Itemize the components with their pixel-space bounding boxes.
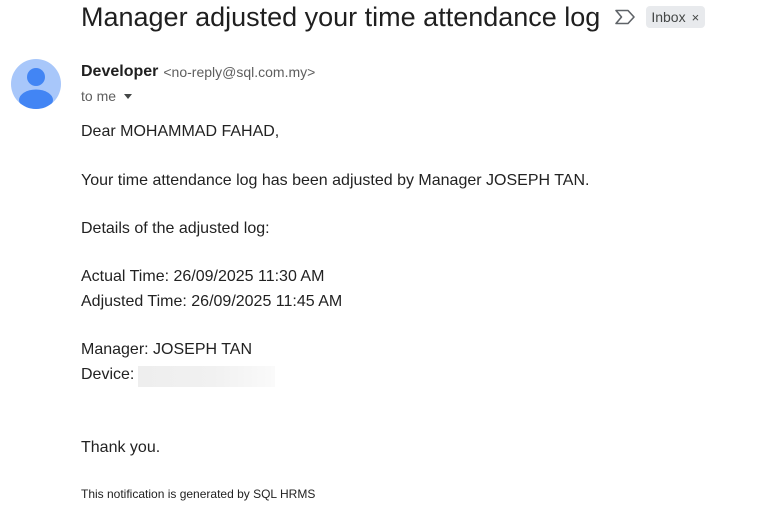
caret-down-icon[interactable] [124,93,133,99]
closing-text: Thank you. [81,439,161,456]
adjustment-message: Your time attendance log has been adjust… [81,172,590,189]
manager-text: Manager: JOSEPH TAN [81,341,253,358]
redacted-device-value [138,366,275,387]
device-label: Device: [81,366,135,383]
notification-footer: This notification is generated by SQL HR… [81,487,316,501]
recipient-text: to me [81,88,117,104]
inbox-label-text: Inbox [651,9,686,25]
recipient-line: to me [81,85,315,107]
important-marker-icon[interactable] [614,9,636,25]
details-heading: Details of the adjusted log: [81,220,270,237]
sender-line: Developer <no-reply@sql.com.my> [81,61,315,83]
remove-label-icon[interactable]: × [692,10,700,25]
email-header: Manager adjusted your time attendance lo… [81,0,706,34]
inbox-label-chip[interactable]: Inbox × [646,6,706,28]
sender-name[interactable]: Developer [81,63,158,81]
default-avatar-icon[interactable] [11,59,61,109]
sender-email: <no-reply@sql.com.my> [163,64,316,80]
greeting-text: Dear MOHAMMAD FAHAD, [81,123,280,140]
sender-info: Developer <no-reply@sql.com.my> to me [81,61,315,107]
actual-time-text: Actual Time: 26/09/2025 11:30 AM [81,268,325,285]
adjusted-time-text: Adjusted Time: 26/09/2025 11:45 AM [81,293,343,310]
email-subject: Manager adjusted your time attendance lo… [81,2,601,32]
